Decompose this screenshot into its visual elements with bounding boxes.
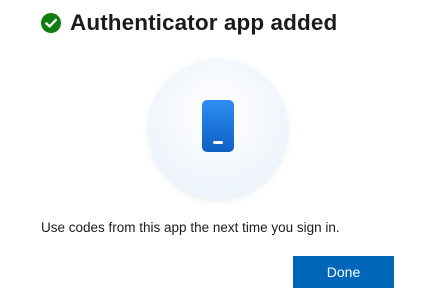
done-button[interactable]: Done (293, 256, 394, 288)
instruction-text: Use codes from this app the next time yo… (41, 220, 340, 235)
check-circle-icon (41, 13, 61, 33)
page-title: Authenticator app added (70, 10, 338, 35)
phone-icon (201, 99, 235, 153)
dialog-header: Authenticator app added (41, 8, 337, 38)
illustration-circle (148, 59, 288, 199)
